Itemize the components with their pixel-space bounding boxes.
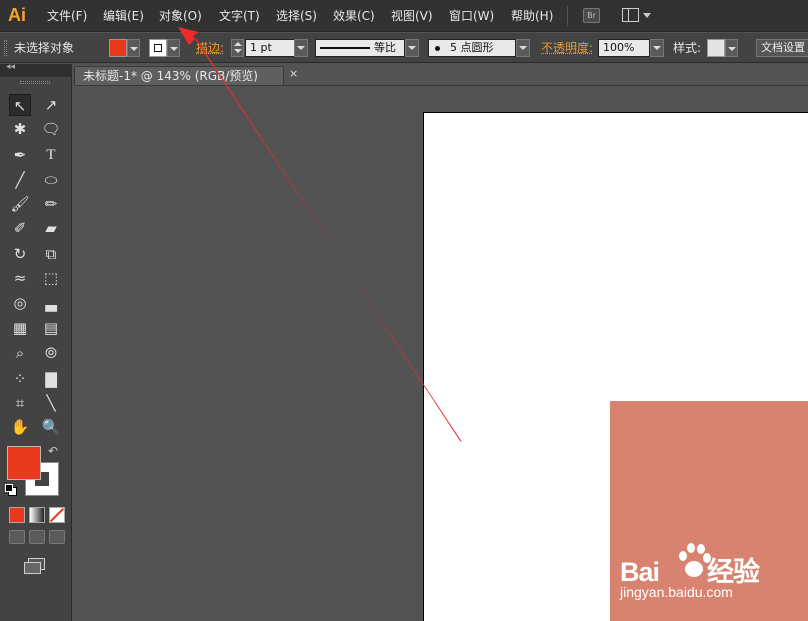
- menu-window[interactable]: 窗口(W): [449, 8, 494, 24]
- panel-grip[interactable]: [4, 40, 7, 56]
- workspace-switcher-button[interactable]: [622, 7, 652, 24]
- scale-tool-icon[interactable]: ⧉: [40, 243, 62, 265]
- watermark-brand-right: 经验: [707, 557, 759, 587]
- brush-dot-icon: [435, 46, 440, 51]
- fill-swatch: [109, 39, 127, 57]
- selection-status: 未选择对象: [14, 40, 74, 56]
- opacity-dropdown[interactable]: [650, 39, 664, 57]
- swap-fill-stroke-icon[interactable]: ↶: [48, 444, 58, 458]
- opacity-label[interactable]: 不透明度:: [541, 40, 593, 56]
- style-label: 样式:: [673, 40, 701, 56]
- chevron-down-icon: [643, 13, 651, 18]
- document-tab[interactable]: 未标题-1* @ 143% (RGB/预览): [74, 66, 284, 86]
- document-setup-button[interactable]: 文档设置: [756, 39, 808, 57]
- slice-tool-icon[interactable]: ╲: [40, 392, 62, 414]
- opacity-field[interactable]: 100%: [598, 39, 650, 57]
- style-swatch: [707, 39, 725, 57]
- workspace-icon: [622, 8, 639, 22]
- artboard-tool-icon[interactable]: ⌗: [9, 392, 31, 414]
- menu-view[interactable]: 视图(V): [391, 8, 433, 24]
- stroke-label[interactable]: 描边:: [196, 40, 224, 56]
- menu-file[interactable]: 文件(F): [47, 8, 87, 24]
- draw-inside-button[interactable]: [49, 530, 65, 544]
- none-mode-button[interactable]: [49, 507, 65, 523]
- draw-normal-button[interactable]: [9, 530, 25, 544]
- blob-brush-tool-icon[interactable]: ✐: [9, 217, 31, 239]
- menu-select[interactable]: 选择(S): [276, 8, 317, 24]
- tools-grip[interactable]: [20, 81, 50, 84]
- variable-width-dropdown[interactable]: [405, 39, 419, 57]
- magic-wand-tool-icon[interactable]: ✱: [9, 118, 31, 140]
- lasso-tool-icon[interactable]: 🗨: [40, 118, 62, 140]
- symbol-sprayer-tool-icon[interactable]: ⁘: [9, 368, 31, 390]
- menu-type[interactable]: 文字(T): [219, 8, 260, 24]
- zoom-tool-icon[interactable]: 🔍: [40, 416, 62, 438]
- draw-behind-button[interactable]: [29, 530, 45, 544]
- warp-tool-icon[interactable]: ≈: [9, 267, 31, 289]
- control-bar: 未选择对象 描边: 1 pt 等比 5 点圆形 不透明度: 100% 样式: 文…: [0, 33, 808, 63]
- mesh-tool-icon[interactable]: ▦: [9, 317, 31, 339]
- pen-tool-icon[interactable]: ✒: [9, 144, 31, 166]
- watermark-brand-left: Bai: [620, 557, 659, 587]
- screen-mode-icon[interactable]: [24, 558, 44, 572]
- eraser-tool-icon[interactable]: ▰: [40, 217, 62, 239]
- tools-panel: ◂◂ ↖ ↗ ✱ 🗨 ✒ T ╱ ⬭ 🖌 ✏ ✐ ▰ ↻ ⧉ ≈ ⬚ ◎ ▃ ▦…: [0, 64, 72, 621]
- watermark-url: jingyan.baidu.com: [620, 584, 733, 600]
- stroke-profile-line: [320, 47, 370, 49]
- gradient-mode-button[interactable]: [29, 507, 45, 523]
- stroke-weight-field[interactable]: 1 pt: [245, 39, 295, 57]
- collapse-icon[interactable]: ◂◂: [6, 62, 15, 72]
- brush-label: 5 点圆形: [450, 40, 494, 56]
- chevron-down-icon: [725, 39, 738, 57]
- menu-effect[interactable]: 效果(C): [333, 8, 375, 24]
- chevron-down-icon: [167, 39, 180, 57]
- ellipse-tool-icon[interactable]: ⬭: [40, 169, 62, 191]
- hand-tool-icon[interactable]: ✋: [9, 416, 31, 438]
- app-logo: Ai: [8, 3, 30, 27]
- rotate-tool-icon[interactable]: ↻: [9, 243, 31, 265]
- brush-dropdown[interactable]: [516, 39, 530, 57]
- fill-color-swatch[interactable]: [7, 446, 41, 480]
- stroke-swatch: [149, 39, 167, 57]
- menu-bar: Ai 文件(F) 编辑(E) 对象(O) 文字(T) 选择(S) 效果(C) 视…: [0, 0, 808, 32]
- default-colors-icon[interactable]: [5, 484, 17, 496]
- bridge-button[interactable]: Br: [583, 8, 600, 23]
- variable-width-label: 等比: [374, 40, 396, 56]
- eyedropper-tool-icon[interactable]: ⌕: [9, 342, 31, 364]
- menu-edit[interactable]: 编辑(E): [103, 8, 144, 24]
- shape-builder-tool-icon[interactable]: ◎: [9, 292, 31, 314]
- chevron-down-icon: [127, 39, 140, 57]
- stroke-weight-stepper[interactable]: [231, 39, 244, 57]
- type-tool-icon[interactable]: T: [40, 144, 62, 166]
- gradient-tool-icon[interactable]: ▤: [40, 317, 62, 339]
- direct-selection-tool-icon[interactable]: ↗: [40, 94, 62, 116]
- selection-tool-icon[interactable]: ↖: [9, 94, 31, 116]
- line-tool-icon[interactable]: ╱: [9, 169, 31, 191]
- color-mode-button[interactable]: [9, 507, 25, 523]
- paintbrush-tool-icon[interactable]: 🖌: [9, 193, 31, 215]
- brush-definition-field[interactable]: 5 点圆形: [428, 39, 516, 57]
- menu-divider: [567, 6, 568, 26]
- menu-object[interactable]: 对象(O): [159, 8, 202, 24]
- close-icon[interactable]: ×: [289, 67, 298, 80]
- perspective-grid-tool-icon[interactable]: ▃: [40, 292, 62, 314]
- blend-tool-icon[interactable]: ⦾: [40, 342, 62, 364]
- tools-panel-header: ◂◂: [0, 64, 72, 77]
- pencil-tool-icon[interactable]: ✏: [40, 193, 62, 215]
- baidu-jingyan-watermark: Bai 经验 jingyan.baidu.com: [620, 540, 800, 604]
- free-transform-tool-icon[interactable]: ⬚: [40, 267, 62, 289]
- stroke-weight-dropdown[interactable]: [294, 39, 308, 57]
- column-graph-tool-icon[interactable]: ▇: [40, 368, 62, 390]
- menu-help[interactable]: 帮助(H): [511, 8, 553, 24]
